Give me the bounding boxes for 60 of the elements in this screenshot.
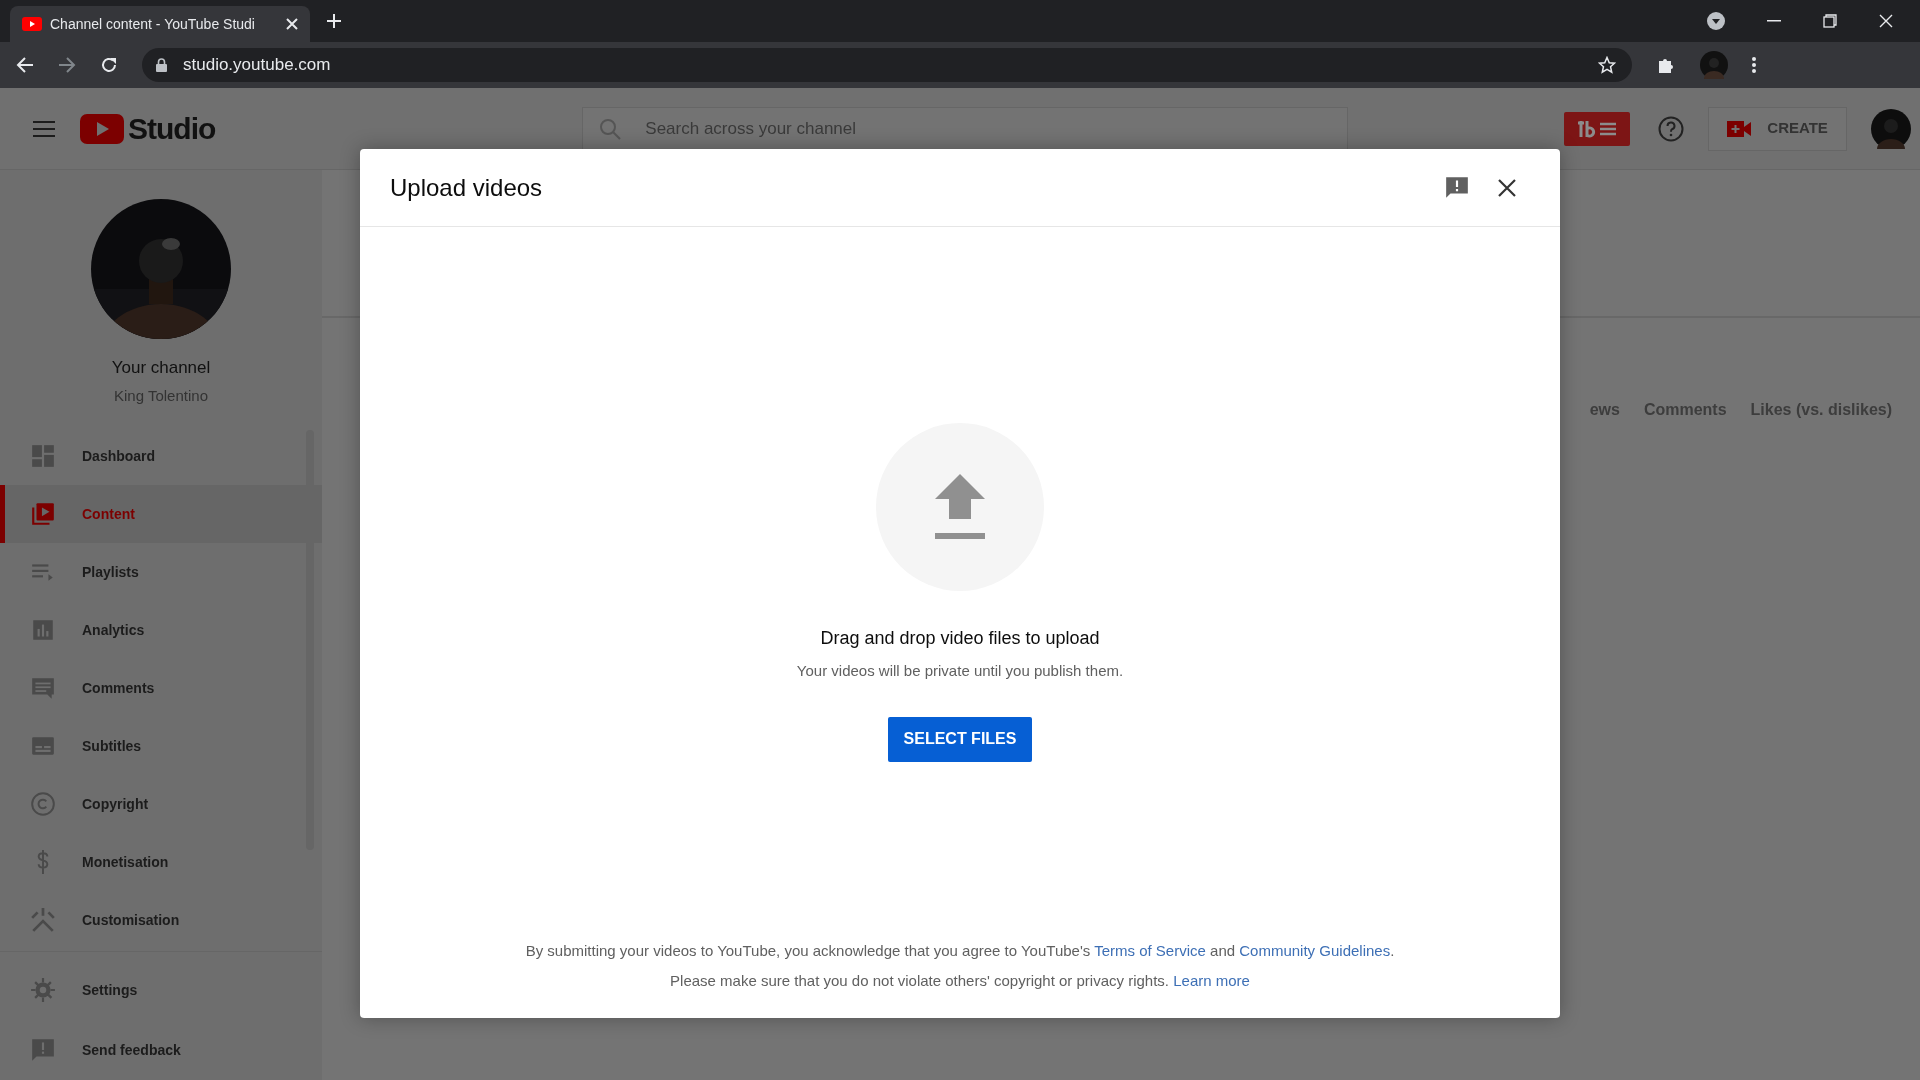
column-header: ews	[1589, 400, 1620, 420]
channel-label: Your channel	[111, 357, 211, 379]
privacy-note: Your videos will be private until you publish them.	[796, 661, 1124, 681]
tb-logo-icon	[1576, 119, 1619, 138]
search-icon	[599, 117, 622, 140]
search-placeholder: Search across your channel	[645, 117, 857, 140]
legal-link[interactable]: Learn more	[1173, 972, 1250, 989]
search-field[interactable]: Search across your channel	[582, 106, 1349, 151]
video-logo-icon	[80, 113, 124, 144]
browser-tab[interactable]: Channel content - YouTube Studi	[10, 6, 310, 42]
legal-text: Please make sure that you do not violate others' copyright or privacy rights. Learn more	[670, 971, 1250, 991]
sidebar-item[interactable]: Subtitles	[0, 717, 322, 775]
dropdown-icon[interactable]	[1707, 12, 1725, 30]
upload-icon	[935, 474, 985, 540]
select-files-button[interactable]: SELECT FILES	[888, 716, 1032, 762]
new-tab-icon[interactable]	[326, 13, 342, 29]
create-button[interactable]: CREATE	[1708, 106, 1847, 151]
more-icon[interactable]	[1752, 57, 1756, 73]
sidebar-item[interactable]: Customisation	[0, 891, 322, 949]
minimize-icon[interactable]	[1767, 20, 1781, 22]
close-icon[interactable]	[1498, 178, 1516, 197]
sidebar-item[interactable]: Send feedback	[0, 1020, 322, 1080]
sidebar-item[interactable]: Comments	[0, 659, 322, 717]
sidebar-item[interactable]: Copyright	[0, 775, 322, 833]
dashboard-icon	[30, 443, 56, 469]
dialog-title: Upload videos	[390, 172, 543, 203]
bar-chart-icon	[30, 617, 56, 643]
menu-icon[interactable]	[33, 120, 55, 137]
column-header: Likes (vs. dislikes)	[1750, 400, 1892, 420]
back-icon[interactable]	[16, 57, 34, 73]
settings-icon	[30, 977, 56, 1003]
copyright-icon	[30, 791, 56, 817]
play-icon	[30, 501, 56, 527]
sidebar-item[interactable]: Settings	[0, 960, 322, 1020]
channel-name: King Tolentino	[114, 385, 208, 406]
reload-icon[interactable]	[100, 56, 118, 74]
star-icon[interactable]	[1598, 56, 1616, 74]
legal-text: By submitting your videos to YouTube, you acknowledge that you agree to YouTube's Terms of Service and Community Guidelines.	[525, 941, 1395, 961]
video-logo-icon	[22, 17, 42, 31]
sparkle-icon	[30, 907, 56, 933]
forward-icon[interactable]	[58, 57, 76, 73]
tab-title: Channel content - YouTube Studi	[50, 14, 255, 34]
logo-text: Studio	[128, 111, 216, 147]
comment-icon	[30, 675, 56, 701]
url-text: studio.youtube.com	[183, 54, 331, 77]
address-bar[interactable]: studio.youtube.com	[142, 48, 1632, 82]
help-icon[interactable]	[1658, 115, 1685, 142]
lock-icon	[156, 58, 167, 72]
legal-link[interactable]: Terms of Service	[1094, 942, 1206, 959]
sidebar-item[interactable]: Monetisation	[0, 833, 322, 891]
camera-icon	[1727, 120, 1752, 137]
restore-icon[interactable]	[1823, 14, 1837, 28]
feedback-icon	[30, 1037, 56, 1063]
extension-button[interactable]	[1564, 111, 1631, 146]
sidebar-item[interactable]: Dashboard	[0, 427, 322, 485]
upload-prompt: Drag and drop video files to upload	[820, 627, 1100, 650]
sidebar-item[interactable]: Analytics	[0, 601, 322, 659]
column-header: Comments	[1643, 400, 1727, 420]
sidebar-item[interactable]: Playlists	[0, 543, 322, 601]
sidebar-item[interactable]: Content	[0, 485, 322, 543]
